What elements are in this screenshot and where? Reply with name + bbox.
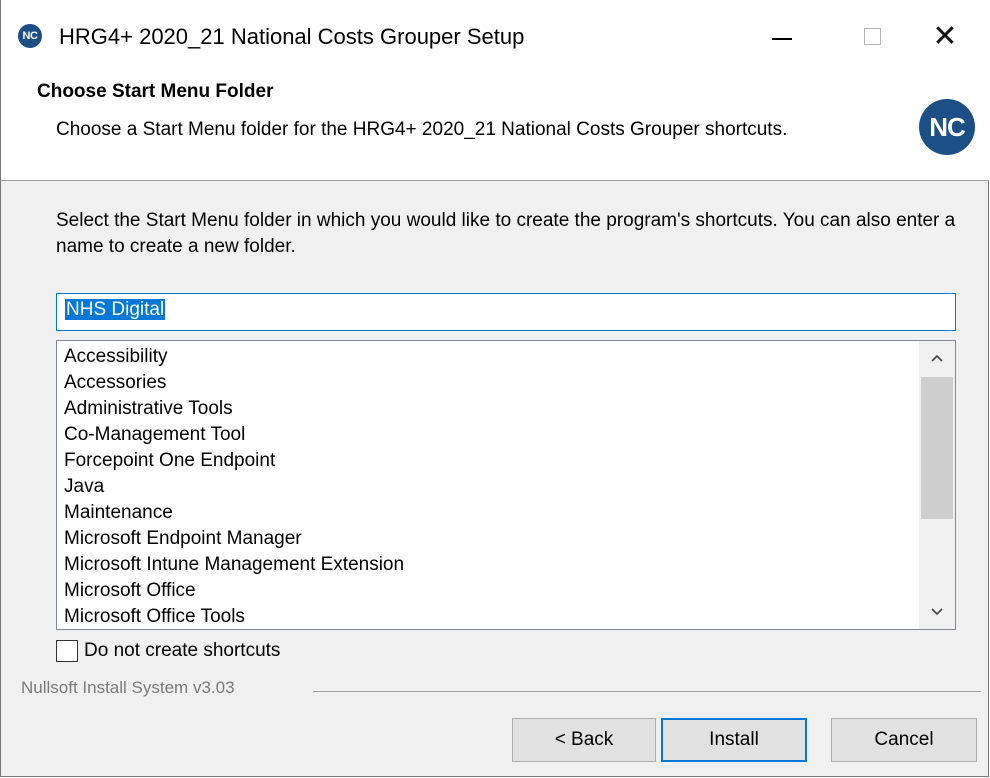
footer-divider [313,691,981,692]
folder-name-value: NHS Digital [65,299,166,320]
folder-list-items: Accessibility Accessories Administrative… [64,344,404,629]
no-shortcuts-checkbox[interactable] [56,640,78,662]
list-item[interactable]: Accessories [64,370,404,396]
page-title: Choose Start Menu Folder [37,81,274,102]
list-item[interactable]: Administrative Tools [64,396,404,422]
list-item[interactable]: Microsoft Intune Management Extension [64,552,404,578]
instructions-text: Select the Start Menu folder in which yo… [56,210,956,257]
close-button[interactable]: ✕ [900,0,990,73]
window-title: HRG4+ 2020_21 National Costs Grouper Set… [59,24,525,49]
nc-logo: NC [919,99,975,155]
chevron-down-icon [931,608,943,616]
installer-window: NC HRG4+ 2020_21 National Costs Grouper … [0,0,990,777]
vertical-scrollbar[interactable] [919,341,955,629]
list-item[interactable]: Accessibility [64,344,404,370]
minimize-icon [772,37,792,40]
page-subtitle: Choose a Start Menu folder for the HRG4+… [56,119,788,140]
list-item[interactable]: Microsoft Office Tools [64,604,404,629]
install-button[interactable]: Install [661,718,807,762]
no-shortcuts-option[interactable]: Do not create shortcuts [56,638,280,664]
scroll-thumb[interactable] [921,377,953,519]
list-item[interactable]: Forcepoint One Endpoint [64,448,404,474]
scroll-down-button[interactable] [919,595,955,629]
minimize-button[interactable] [737,0,827,73]
app-icon: NC [18,24,42,48]
close-icon: ✕ [932,19,958,53]
chevron-up-icon [931,354,943,362]
folder-list[interactable]: Accessibility Accessories Administrative… [56,340,956,630]
list-item[interactable]: Co-Management Tool [64,422,404,448]
no-shortcuts-label[interactable]: Do not create shortcuts [84,640,280,662]
title-bar[interactable]: NC HRG4+ 2020_21 National Costs Grouper … [1,0,990,73]
cancel-button[interactable]: Cancel [831,718,977,762]
maximize-icon [863,28,881,45]
scroll-up-button[interactable] [919,341,955,375]
list-item[interactable]: Java [64,474,404,500]
folder-name-input[interactable]: NHS Digital [56,293,956,331]
list-item[interactable]: Maintenance [64,500,404,526]
list-item[interactable]: Microsoft Office [64,578,404,604]
list-item[interactable]: Microsoft Endpoint Manager [64,526,404,552]
back-button[interactable]: < Back [512,718,656,762]
nsis-branding: Nullsoft Install System v3.03 [21,678,235,697]
header-panel: Choose Start Menu Folder Choose a Start … [1,73,989,181]
